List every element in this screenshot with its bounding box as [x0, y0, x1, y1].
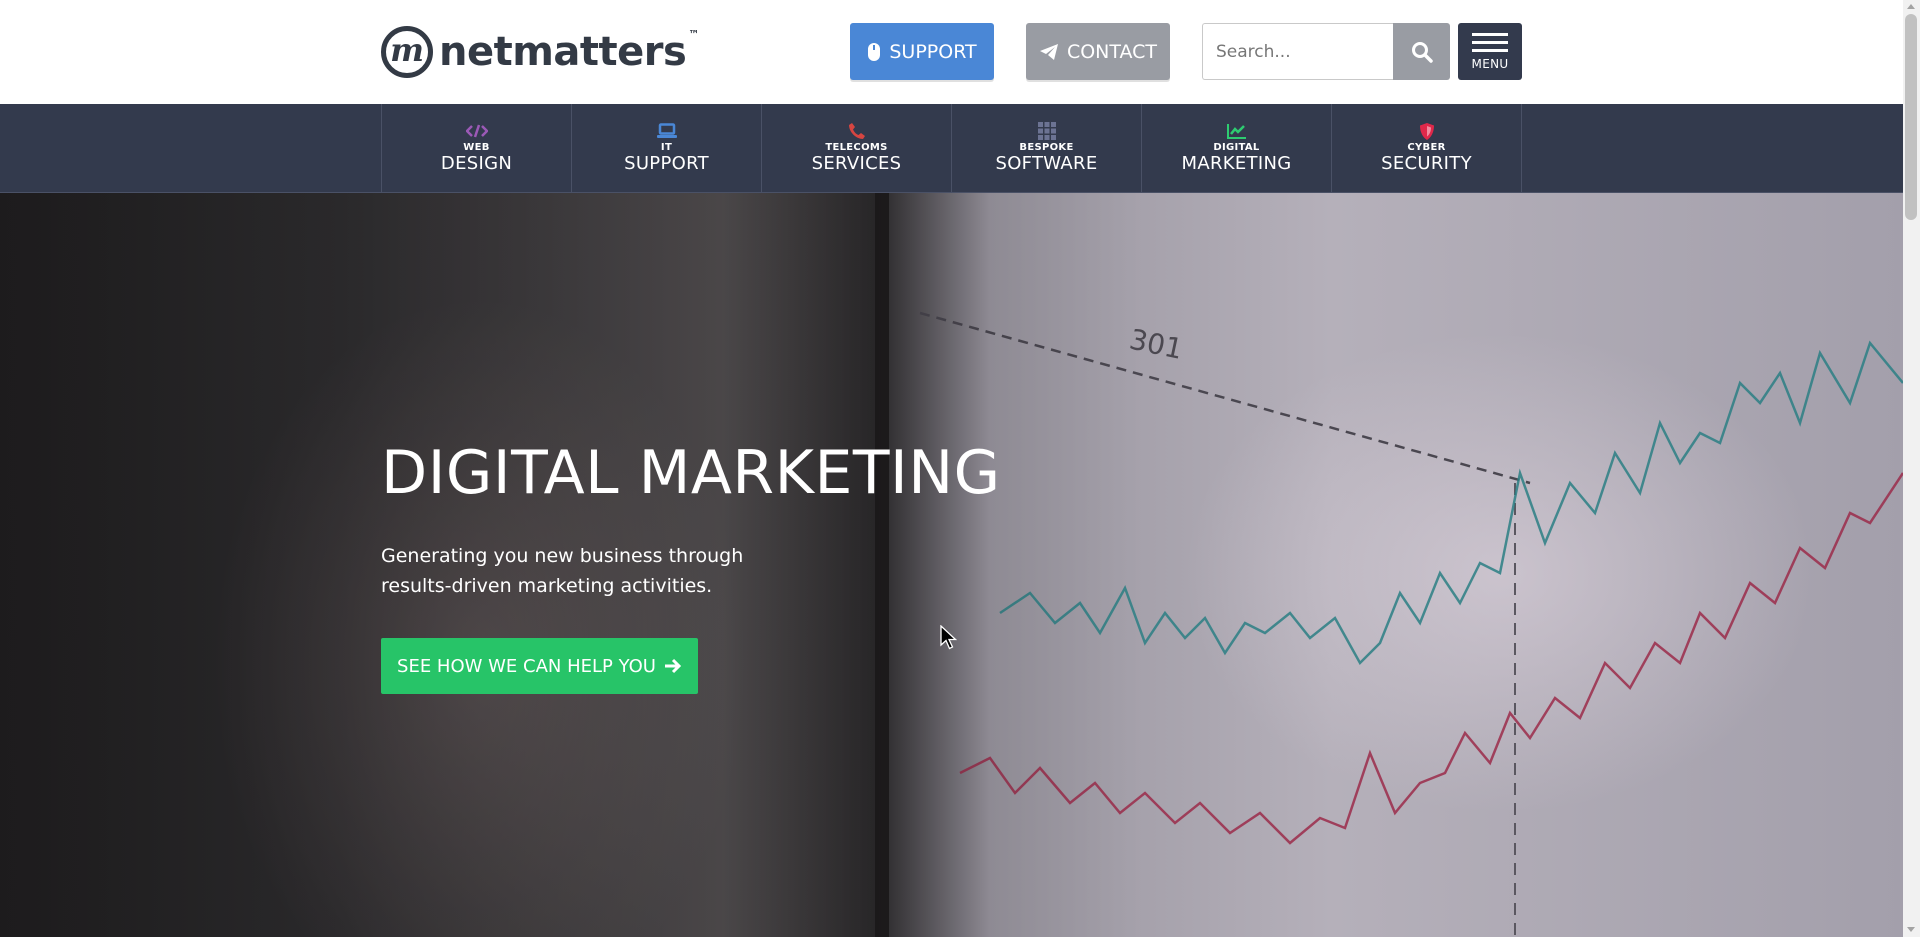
search-button[interactable]	[1393, 23, 1450, 80]
scroll-up-arrow-icon[interactable]	[1907, 4, 1915, 9]
search-icon	[1411, 41, 1433, 63]
phone-icon	[848, 123, 865, 139]
nav-item-label: SERVICES	[811, 153, 902, 174]
netmatters-logo[interactable]: m netmatters ™	[381, 22, 699, 82]
line-chart-icon	[1226, 124, 1246, 139]
menu-label: MENU	[1471, 56, 1509, 71]
see-how-we-can-help-button[interactable]: SEE HOW WE CAN HELP YOU	[381, 638, 698, 694]
search-input[interactable]	[1202, 23, 1393, 80]
logo-trademark: ™	[688, 28, 700, 41]
nav-item-label: DESIGN	[440, 153, 513, 174]
nav-item-it-support[interactable]: IT SUPPORT	[572, 104, 762, 192]
logo-text: netmatters	[439, 29, 687, 75]
menu-button[interactable]: MENU	[1458, 23, 1522, 80]
shield-icon	[1419, 122, 1434, 140]
nav-item-label: SOFTWARE	[995, 153, 1098, 174]
nav-item-label: MARKETING	[1181, 153, 1292, 174]
nav-item-bespoke-software[interactable]: BESPOKE SOFTWARE	[952, 104, 1142, 192]
hero-overlay	[0, 193, 1903, 937]
laptop-icon	[656, 123, 677, 138]
hamburger-icon	[1472, 32, 1508, 52]
nav-item-label: SECURITY	[1381, 153, 1472, 174]
page-scrollbar[interactable]	[1903, 0, 1920, 937]
nav-item-cyber-security[interactable]: CYBER SECURITY	[1332, 104, 1522, 192]
nav-item-telecoms-services[interactable]: TELECOMS SERVICES	[762, 104, 952, 192]
mouse-cursor-icon	[940, 625, 958, 650]
arrow-right-icon	[664, 658, 682, 674]
logo-badge: m	[381, 26, 433, 78]
contact-label: CONTACT	[1066, 40, 1158, 63]
site-header: m netmatters ™ SUPPORT CONTACT MENU	[0, 0, 1903, 104]
services-nav: WEB DESIGN IT SUPPORT TELECOMS SERVICES …	[0, 104, 1903, 193]
paper-plane-icon	[1039, 43, 1058, 60]
support-label: SUPPORT	[889, 40, 977, 63]
scrollbar-thumb[interactable]	[1905, 14, 1917, 220]
hero-title: DIGITAL MARKETING	[381, 438, 1001, 508]
cta-label: SEE HOW WE CAN HELP YOU	[397, 655, 656, 677]
support-button[interactable]: SUPPORT	[850, 23, 994, 80]
contact-button[interactable]: CONTACT	[1026, 23, 1170, 80]
nav-item-web-design[interactable]: WEB DESIGN	[382, 104, 572, 192]
hero-text: Generating you new business through resu…	[381, 545, 744, 597]
hero-banner: 301 DIGITAL MARKETING Generating you new…	[0, 193, 1903, 937]
mouse-icon	[868, 42, 881, 61]
scroll-down-arrow-icon[interactable]	[1907, 927, 1915, 932]
nav-item-label: SUPPORT	[624, 153, 709, 174]
grid-icon	[1037, 122, 1056, 140]
nav-item-digital-marketing[interactable]: DIGITAL MARKETING	[1142, 104, 1332, 192]
code-icon	[465, 124, 488, 138]
